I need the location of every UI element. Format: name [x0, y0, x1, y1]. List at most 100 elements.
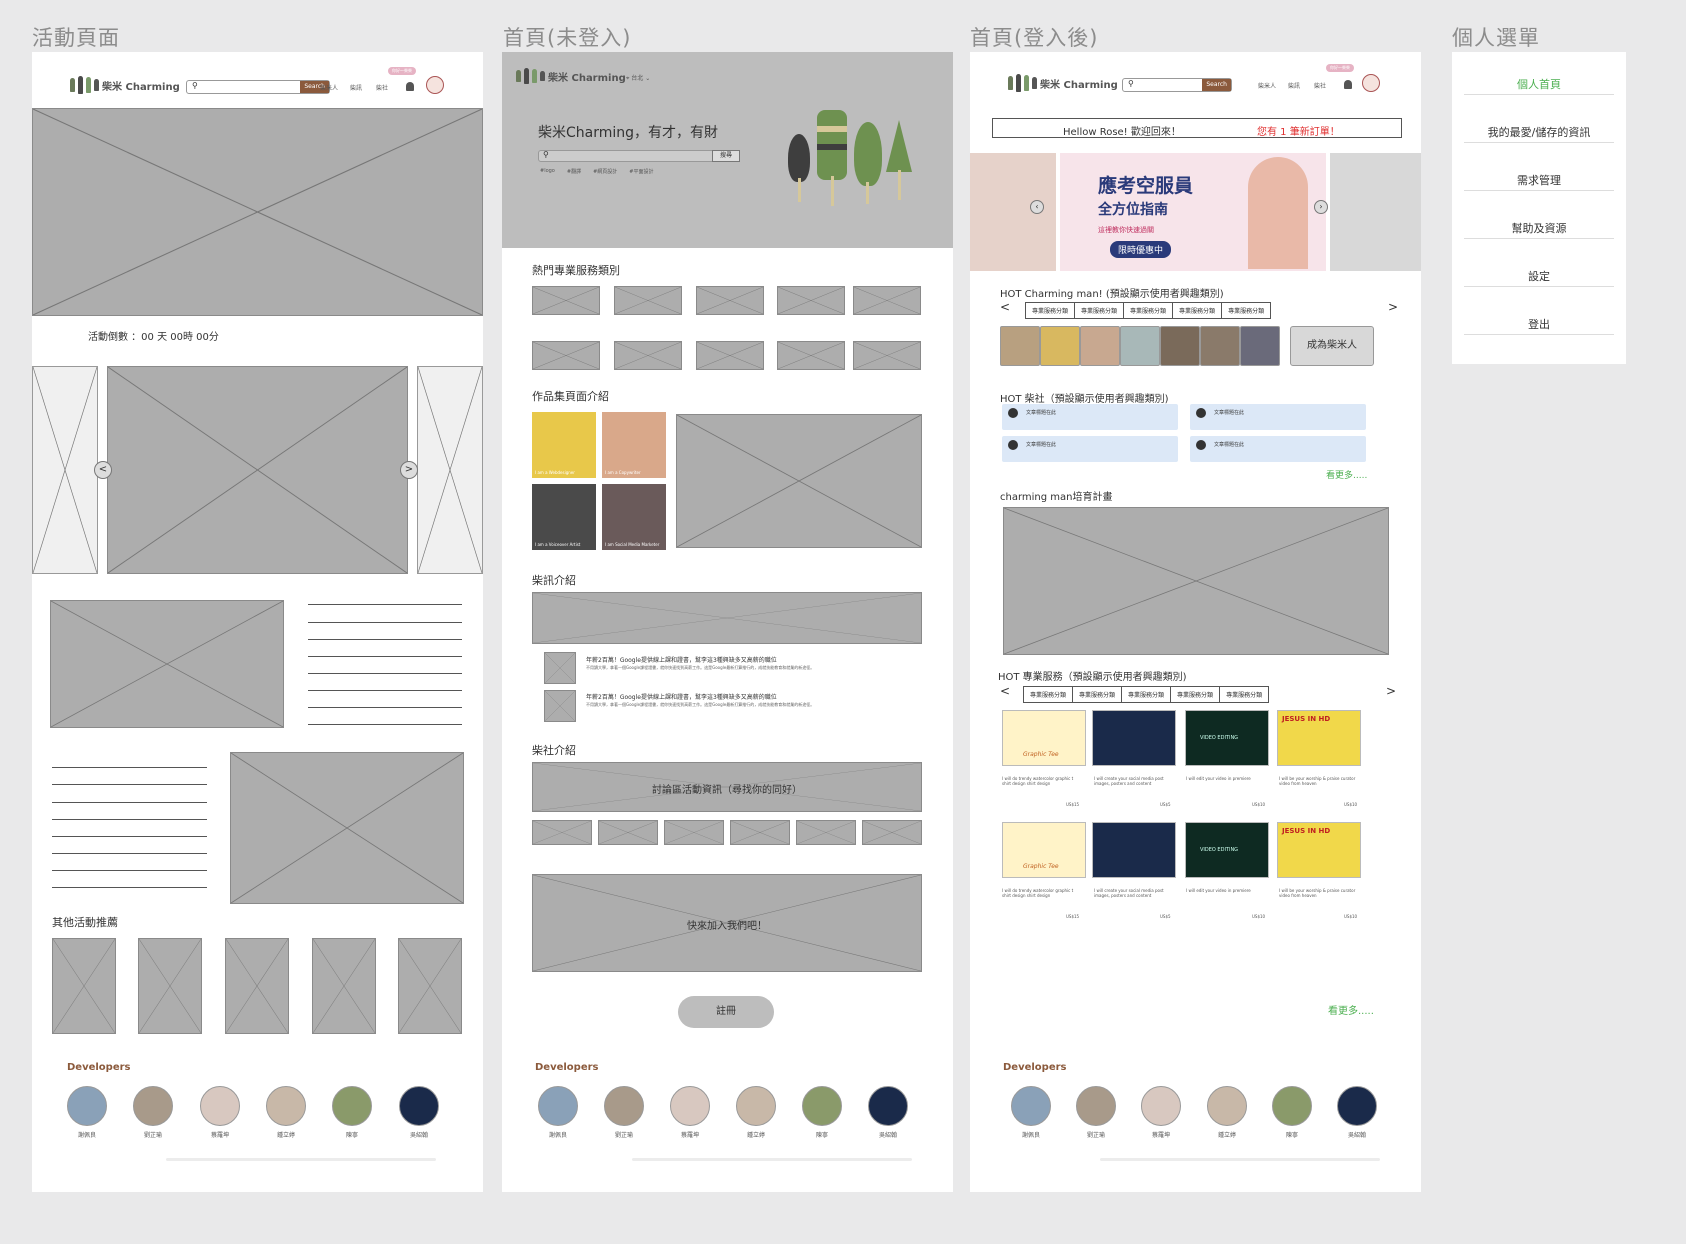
developer-card[interactable]: 劉芷瑜 [1071, 1086, 1121, 1139]
club-thumb-placeholder[interactable] [862, 820, 922, 845]
carousel-next-button[interactable]: > [400, 461, 418, 479]
category-tab[interactable]: 專業服務分類 [1171, 687, 1221, 702]
bell-icon[interactable] [1344, 80, 1352, 89]
menu-item-settings[interactable]: 設定 [1452, 268, 1626, 284]
menu-item-profile-home[interactable]: 個人首頁 [1452, 76, 1626, 92]
avatar[interactable] [1362, 74, 1380, 92]
nav-link[interactable]: 柴米人 [320, 83, 338, 92]
menu-item-help[interactable]: 幫助及資源 [1452, 220, 1626, 236]
person-avatar[interactable] [1240, 326, 1280, 366]
chevron-right-icon[interactable]: > [1388, 300, 1398, 314]
new-order-notice[interactable]: 您有 1 筆新訂單！ [1257, 123, 1340, 138]
logo[interactable]: 柴米 Charming [516, 68, 626, 84]
developer-card[interactable]: 謝佩良 [62, 1086, 112, 1139]
service-category-placeholder[interactable] [853, 341, 921, 370]
developer-card[interactable]: 劉芷瑜 [599, 1086, 649, 1139]
service-card-image[interactable] [1092, 710, 1176, 766]
category-tab[interactable]: 專業服務分類 [1222, 303, 1270, 318]
avatar[interactable] [426, 76, 444, 94]
developer-card[interactable]: 劉芷瑜 [128, 1086, 178, 1139]
service-card-image[interactable]: Graphic Tee [1002, 822, 1086, 878]
service-card-image[interactable]: JESUS IN HD [1277, 710, 1361, 766]
category-tab[interactable]: 專業服務分類 [1026, 303, 1076, 318]
service-category-placeholder[interactable] [614, 341, 682, 370]
news-thumb-placeholder[interactable] [544, 652, 576, 684]
portfolio-photo[interactable]: I am a Copywriter [602, 412, 666, 478]
person-avatar[interactable] [1040, 326, 1080, 366]
portfolio-photo[interactable]: I am a Voiceover Artist [532, 484, 596, 550]
service-category-placeholder[interactable] [777, 341, 845, 370]
nav-link[interactable]: 柴米人 [1258, 81, 1276, 90]
carousel-next-button[interactable]: › [1314, 200, 1328, 214]
developer-card[interactable]: 吳紹翰 [394, 1086, 444, 1139]
tag-link[interactable]: #logo [540, 168, 555, 175]
club-thumb-placeholder[interactable] [664, 820, 724, 845]
category-tab[interactable]: 專業服務分類 [1075, 303, 1125, 318]
portfolio-photo[interactable]: I am Social Media Marketer [602, 484, 666, 550]
category-tab[interactable]: 專業服務分類 [1073, 687, 1123, 702]
tag-link[interactable]: #翻譯 [567, 168, 581, 175]
person-avatar[interactable] [1120, 326, 1160, 366]
service-category-placeholder[interactable] [777, 286, 845, 315]
developer-card[interactable]: 陳寧 [1267, 1086, 1317, 1139]
service-category-placeholder[interactable] [532, 286, 600, 315]
chevron-left-icon[interactable]: < [1000, 300, 1010, 314]
menu-item-requests[interactable]: 需求管理 [1452, 172, 1626, 188]
activity-card-placeholder[interactable] [138, 938, 202, 1034]
promo-cta-button[interactable]: 限時優惠中 [1110, 241, 1172, 258]
service-card-image[interactable]: VIDEO EDITING [1185, 822, 1269, 878]
carousel-prev-button[interactable]: < [94, 461, 112, 479]
service-category-placeholder[interactable] [614, 286, 682, 315]
portfolio-photo[interactable]: I am a Webdesigner [532, 412, 596, 478]
service-category-placeholder[interactable] [853, 286, 921, 315]
club-thumb-placeholder[interactable] [598, 820, 658, 845]
carousel-prev-button[interactable]: ‹ [1030, 200, 1044, 214]
nav-link[interactable]: 柴社 [376, 83, 388, 92]
club-post-card[interactable]: 文章標題在此 [1002, 404, 1178, 430]
developer-card[interactable]: 謝佩良 [1006, 1086, 1056, 1139]
service-category-placeholder[interactable] [532, 341, 600, 370]
category-tab[interactable]: 專業服務分類 [1173, 303, 1223, 318]
location-selector[interactable]: ⌖ 台北 ⌄ [626, 73, 650, 83]
club-post-card[interactable]: 文章標題在此 [1190, 436, 1366, 462]
news-title[interactable]: 年薪2百萬！Google提供線上課和證書，幫李這3種興缺多又高薪的職位 [586, 692, 777, 701]
search-button[interactable]: 搜尋 [712, 150, 740, 162]
service-category-placeholder[interactable] [696, 286, 764, 315]
developer-card[interactable]: 蔡羅坤 [1136, 1086, 1186, 1139]
category-tab[interactable]: 專業服務分類 [1124, 303, 1174, 318]
promo-main-slide[interactable]: 應考空服員 全方位指南 這裡教你快速過關 限時優惠中 [1060, 153, 1326, 271]
logo[interactable]: 柴米 Charming [70, 76, 180, 94]
search-input[interactable]: ⚲ Search [186, 80, 330, 94]
person-avatar[interactable] [1000, 326, 1040, 366]
search-input[interactable]: ⚲ Search [1122, 78, 1232, 92]
chevron-left-icon[interactable]: < [1000, 684, 1010, 698]
bell-icon[interactable] [406, 82, 414, 91]
activity-card-placeholder[interactable] [52, 938, 116, 1034]
club-thumb-placeholder[interactable] [796, 820, 856, 845]
developer-card[interactable]: 蔡羅坤 [665, 1086, 715, 1139]
developer-card[interactable]: 蔡羅坤 [195, 1086, 245, 1139]
category-tab[interactable]: 專業服務分類 [1024, 687, 1074, 702]
news-thumb-placeholder[interactable] [544, 690, 576, 722]
developer-card[interactable]: 謝佩良 [533, 1086, 583, 1139]
nav-link[interactable]: 柴訊 [350, 83, 362, 92]
person-avatar[interactable] [1160, 326, 1200, 366]
see-more-link[interactable]: 看更多..... [1326, 468, 1367, 481]
developer-card[interactable]: 鍾立婷 [1202, 1086, 1252, 1139]
activity-card-placeholder[interactable] [312, 938, 376, 1034]
developer-card[interactable]: 鍾立婷 [261, 1086, 311, 1139]
club-thumb-placeholder[interactable] [532, 820, 592, 845]
tag-link[interactable]: #平面設計 [629, 168, 653, 175]
developer-card[interactable]: 吳紹翰 [1332, 1086, 1382, 1139]
become-member-button[interactable]: 成為柴米人 [1290, 326, 1374, 366]
nav-link[interactable]: 柴訊 [1288, 81, 1300, 90]
service-card-image[interactable]: Graphic Tee [1002, 710, 1086, 766]
category-tab[interactable]: 專業服務分類 [1220, 687, 1268, 702]
see-more-link[interactable]: 看更多..... [1328, 1002, 1374, 1017]
club-post-card[interactable]: 文章標題在此 [1002, 436, 1178, 462]
search-button[interactable]: Search [1202, 79, 1231, 91]
category-tab[interactable]: 專業服務分類 [1122, 687, 1172, 702]
logo[interactable]: 柴米 Charming [1008, 74, 1118, 92]
club-banner-placeholder[interactable]: 討論區活動資訊（尋找你的同好） [532, 762, 922, 812]
service-card-image[interactable] [1092, 822, 1176, 878]
